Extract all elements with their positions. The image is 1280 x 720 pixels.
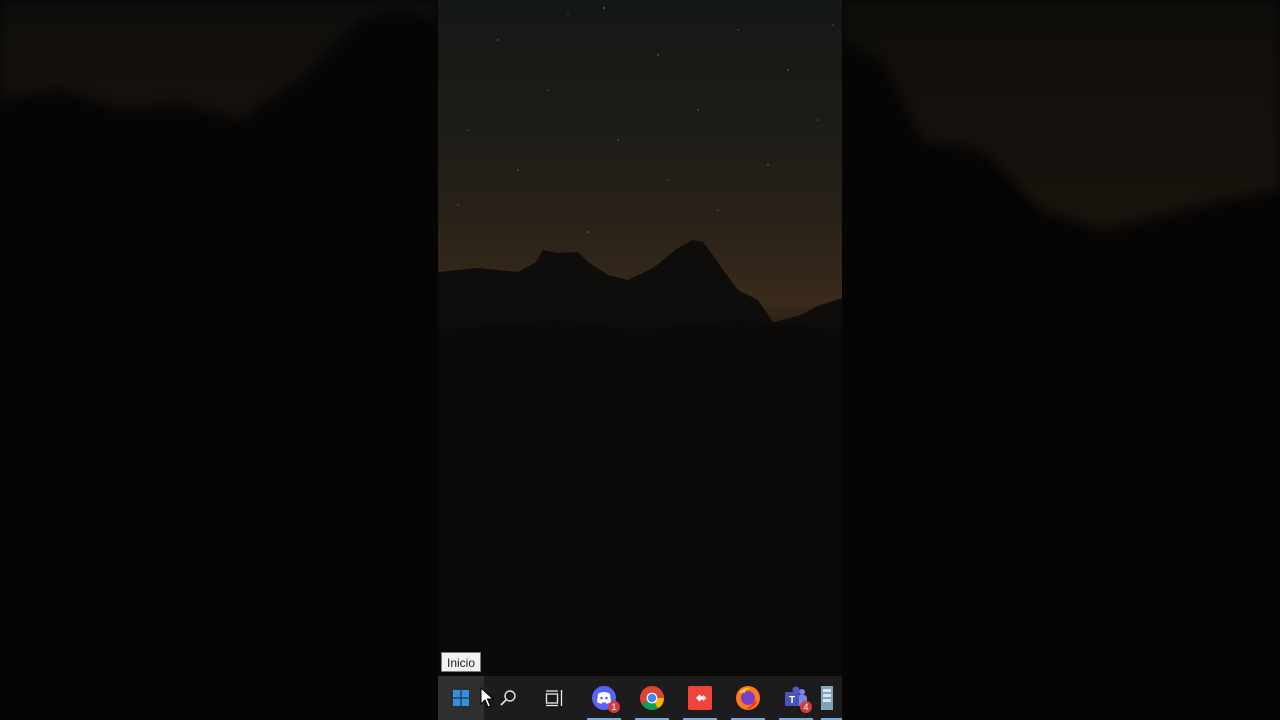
app-partial[interactable] <box>821 676 842 720</box>
firefox-icon <box>736 686 760 710</box>
discord-badge: 1 <box>608 701 620 713</box>
task-view-button[interactable] <box>532 676 578 720</box>
teams-badge: 4 <box>800 701 812 713</box>
chrome-app[interactable] <box>629 676 675 720</box>
blurred-background-right <box>842 0 1280 720</box>
video-frame: Inicio 1 T 4 <box>0 0 1280 720</box>
windows-logo-icon <box>453 690 469 706</box>
blurred-background-left <box>0 0 438 720</box>
discord-app[interactable]: 1 <box>581 676 627 720</box>
night-mountain-wallpaper <box>438 0 842 720</box>
search-icon <box>500 690 516 706</box>
anydesk-icon <box>688 686 712 710</box>
start-button[interactable] <box>438 676 484 720</box>
firefox-app[interactable] <box>725 676 771 720</box>
mouse-pointer-icon <box>480 687 494 708</box>
app-icon <box>821 686 833 710</box>
anydesk-app[interactable] <box>677 676 723 720</box>
teams-app[interactable]: T 4 <box>773 676 819 720</box>
start-tooltip: Inicio <box>441 652 482 672</box>
svg-text:T: T <box>789 695 795 706</box>
taskbar: 1 T 4 <box>438 676 842 720</box>
task-view-icon <box>545 690 563 707</box>
chrome-icon <box>640 686 664 711</box>
desktop-screen: Inicio 1 T 4 <box>438 0 842 720</box>
